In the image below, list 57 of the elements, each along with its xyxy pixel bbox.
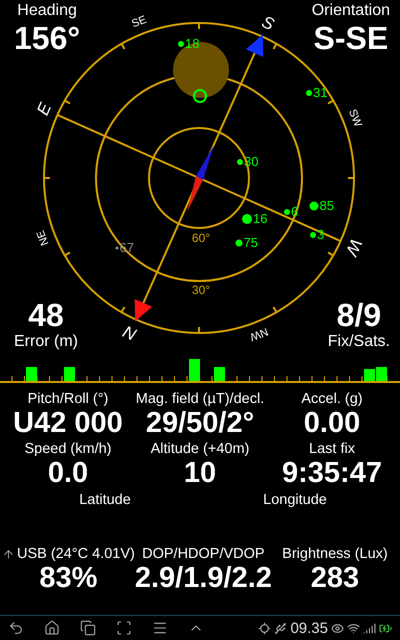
back-icon[interactable]	[8, 620, 24, 636]
coordinate-label: Longitude	[263, 492, 327, 510]
stat-value: 2.9/1.9/2.2	[134, 563, 272, 594]
stat-value: 0.00	[304, 408, 360, 439]
satellite-label: 75	[244, 235, 258, 250]
target-ring-icon	[193, 89, 207, 103]
heading-value: 156°	[14, 20, 80, 56]
signal-icon	[363, 622, 376, 634]
satellite-label: 16	[253, 211, 268, 226]
menu-icon[interactable]	[152, 620, 168, 636]
direction-label: SE	[130, 14, 148, 30]
stat-value: 283	[310, 563, 360, 594]
home-icon[interactable]	[44, 620, 60, 636]
stat-label: DOP/HDOP/VDOP	[142, 546, 265, 563]
charging-arrow-icon	[2, 548, 15, 561]
stat-label: USB (24°C 4.01V)	[17, 546, 135, 563]
stat-label: Accel. (g)	[301, 391, 363, 408]
direction-label: N	[120, 322, 140, 344]
orientation-value: S-SE	[314, 20, 388, 56]
wifi-icon	[347, 622, 360, 634]
stat-value: 83%	[39, 563, 98, 594]
direction-label: NW	[248, 325, 270, 343]
orientation-label: Orientation	[312, 2, 390, 20]
stat-label: Altitude (+40m)	[150, 441, 250, 458]
satellite-label: 31	[313, 85, 328, 100]
clock: 09.35	[290, 620, 328, 636]
eye-icon	[331, 622, 344, 634]
direction-label: NE	[34, 228, 52, 248]
stat-label: Brightness (Lux)	[282, 546, 388, 563]
direction-label: SW	[346, 108, 364, 129]
stat-value: 10	[184, 458, 216, 489]
coordinate-label: Latitude	[79, 492, 131, 510]
heading-label: Heading	[17, 2, 77, 20]
elevation-label: 60°	[192, 231, 210, 245]
stat-value: U42 000	[13, 408, 123, 439]
compass-needle	[187, 145, 214, 212]
usb-icon	[274, 622, 288, 634]
stat-value: 9:35:47	[282, 458, 382, 489]
stat-label: Pitch/Roll (°)	[28, 391, 108, 408]
satellite-label: 85	[320, 198, 334, 213]
stat-label: Last fix	[309, 441, 355, 458]
screenshot-icon[interactable]	[116, 620, 132, 636]
stat-label: Mag. field (µT)/decl.	[136, 391, 264, 408]
direction-label: E	[33, 100, 56, 118]
stat-value: 0.0	[48, 458, 88, 489]
fix-label: Fix/Sats.	[328, 333, 390, 351]
recent-apps-icon[interactable]	[80, 620, 96, 636]
direction-label: S	[258, 12, 277, 34]
stat-label: Speed (km/h)	[24, 441, 112, 458]
elevation-label: 30°	[192, 283, 210, 297]
error-value: 48	[28, 297, 64, 333]
direction-label: W	[342, 236, 366, 258]
gps-icon	[258, 622, 272, 634]
battery-icon	[379, 622, 392, 634]
error-label: Error (m)	[14, 333, 78, 351]
fix-value: 8/9	[336, 297, 382, 333]
stat-value: 29/50/2°	[146, 408, 254, 439]
